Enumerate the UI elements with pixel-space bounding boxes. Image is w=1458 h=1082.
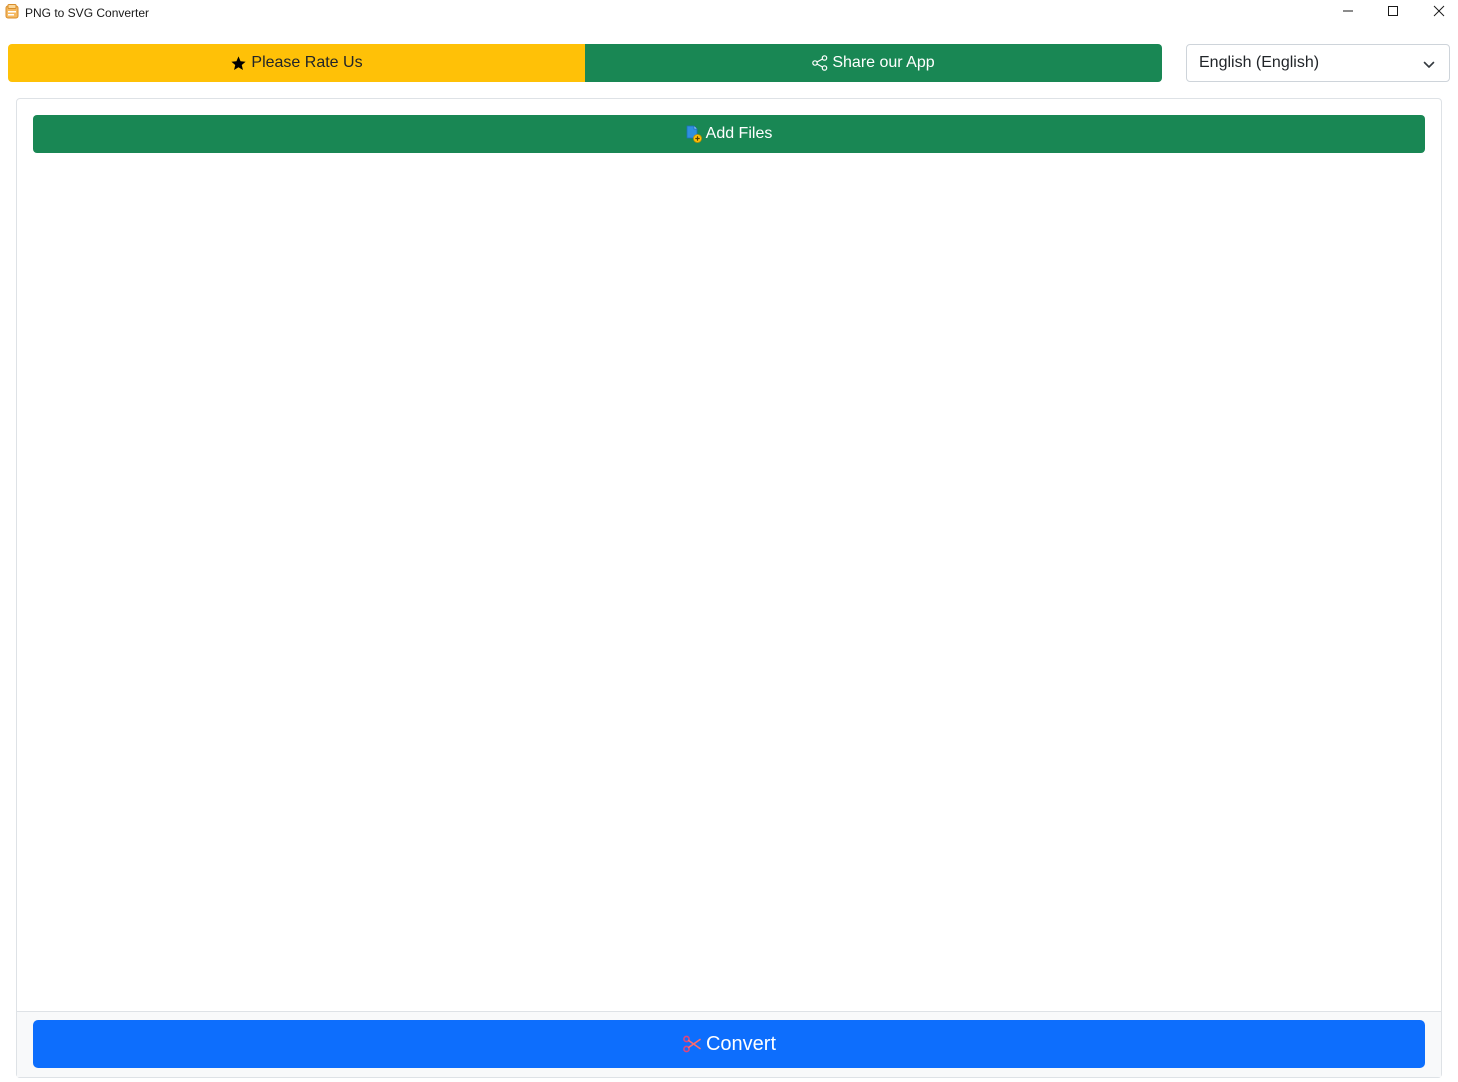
main-card: Add Files Convert [16,98,1442,1078]
language-select[interactable]: English (English) [1186,44,1450,82]
window-title: PNG to SVG Converter [25,6,150,20]
share-app-button[interactable]: Share our App [585,44,1162,82]
maximize-button[interactable] [1370,0,1416,26]
add-file-icon [686,125,702,143]
scissors-icon [682,1034,702,1054]
minimize-icon [1342,4,1354,22]
file-list-area[interactable] [33,159,1425,1009]
rate-us-button[interactable]: Please Rate Us [8,44,585,82]
convert-label: Convert [705,1032,777,1055]
convert-button[interactable]: Convert [33,1020,1425,1068]
card-footer: Convert [17,1011,1441,1077]
app-icon [5,4,19,19]
minimize-button[interactable] [1325,0,1371,26]
share-app-label: Share our App [832,54,935,71]
add-files-button[interactable]: Add Files [33,115,1425,153]
title-bar: PNG to SVG Converter [0,0,1458,26]
chevron-down-icon [1423,58,1435,76]
close-button[interactable] [1416,0,1458,26]
star-icon [230,55,247,72]
share-icon [812,55,828,71]
add-files-label: Add Files [705,125,773,142]
maximize-icon [1387,4,1399,22]
rate-us-label: Please Rate Us [251,54,363,71]
language-selected-value: English (English) [1199,54,1320,71]
close-icon [1433,4,1445,22]
